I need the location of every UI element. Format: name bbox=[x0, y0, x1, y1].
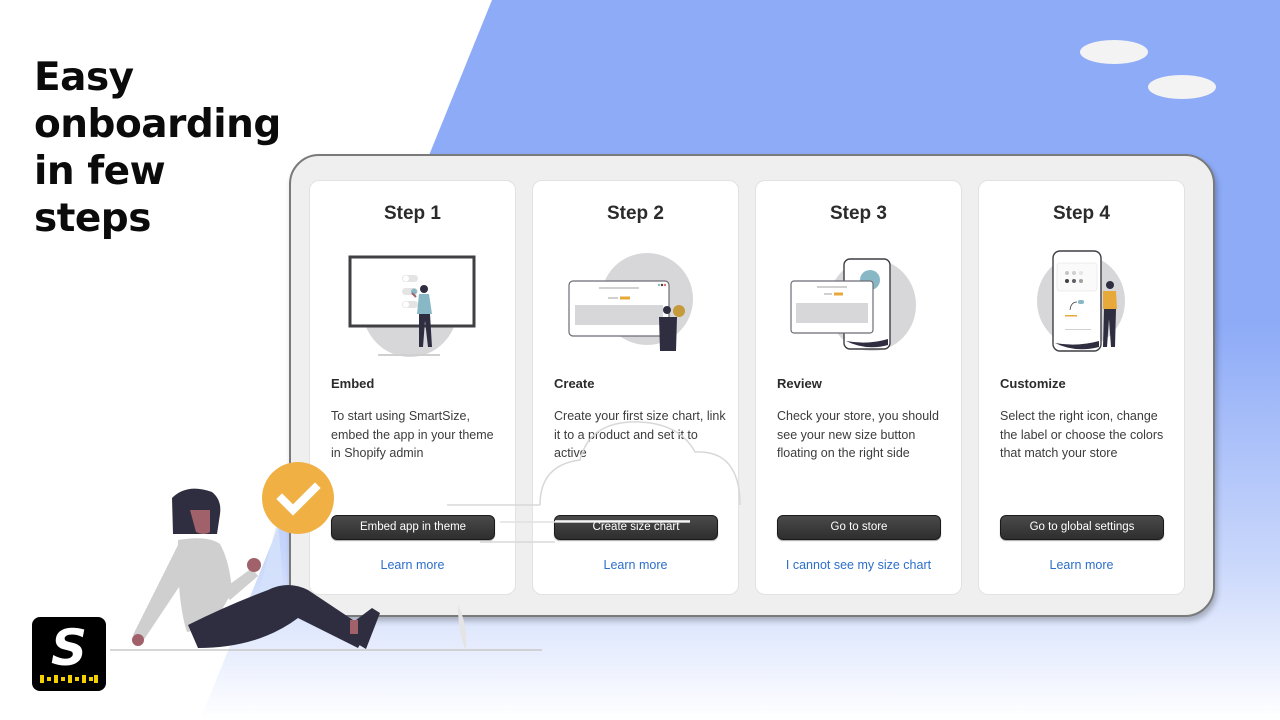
step-title: Step 1 bbox=[383, 203, 442, 224]
step-card-3: Step 3 Review Check your store, you shou… bbox=[755, 180, 962, 595]
browser-size-chart-illustration bbox=[568, 253, 693, 351]
step-title: Step 3 bbox=[829, 203, 888, 224]
step-heading: Customize bbox=[1000, 376, 1066, 391]
step-heading: Embed bbox=[331, 376, 375, 391]
learn-more-link[interactable]: Learn more bbox=[979, 558, 1184, 572]
step-title: Step 2 bbox=[606, 203, 665, 224]
monitor-toggles-illustration bbox=[348, 255, 476, 357]
step-card-1: Step 1 Embed To start using SmartSize, e… bbox=[309, 180, 516, 595]
step-description: Check your store, you should see your ne… bbox=[777, 409, 939, 460]
tablet-frame: Step 1 Embed To start using SmartSize, e… bbox=[289, 154, 1215, 617]
step-description: To start using SmartSize, embed the app … bbox=[331, 409, 494, 460]
cloud-icon bbox=[1148, 75, 1216, 99]
learn-more-link[interactable]: Learn more bbox=[533, 558, 738, 572]
step-heading: Create bbox=[554, 376, 595, 391]
learn-more-link[interactable]: Learn more bbox=[310, 558, 515, 572]
headline-line: steps bbox=[34, 196, 151, 241]
step-description: Create your first size chart, link it to… bbox=[554, 409, 726, 460]
headline-line: Easy bbox=[34, 55, 134, 100]
embed-app-button[interactable]: Embed app in theme bbox=[331, 515, 495, 540]
step-title: Step 4 bbox=[1052, 203, 1111, 224]
cloud-icon bbox=[1080, 40, 1148, 64]
headline: Easy onboarding in few steps bbox=[34, 54, 281, 242]
cannot-see-size-chart-link[interactable]: I cannot see my size chart bbox=[756, 558, 961, 572]
headline-line: in few bbox=[34, 149, 166, 194]
create-size-chart-button[interactable]: Create size chart bbox=[554, 515, 718, 540]
headline-line: onboarding bbox=[34, 102, 281, 147]
step-description: Select the right icon, change the label … bbox=[1000, 409, 1164, 460]
phone-browser-review-illustration bbox=[790, 258, 916, 351]
ruler-icon bbox=[40, 675, 98, 683]
smartsize-logo: S bbox=[32, 617, 106, 691]
phone-customize-illustration bbox=[1037, 250, 1125, 352]
go-to-global-settings-button[interactable]: Go to global settings bbox=[1000, 515, 1164, 540]
logo-letter: S bbox=[50, 619, 87, 677]
go-to-store-button[interactable]: Go to store bbox=[777, 515, 941, 540]
step-heading: Review bbox=[777, 376, 822, 391]
step-card-4: Step 4 Customize Select the right icon, … bbox=[978, 180, 1185, 595]
step-card-2: Step 2 Create Create your first size cha… bbox=[532, 180, 739, 595]
